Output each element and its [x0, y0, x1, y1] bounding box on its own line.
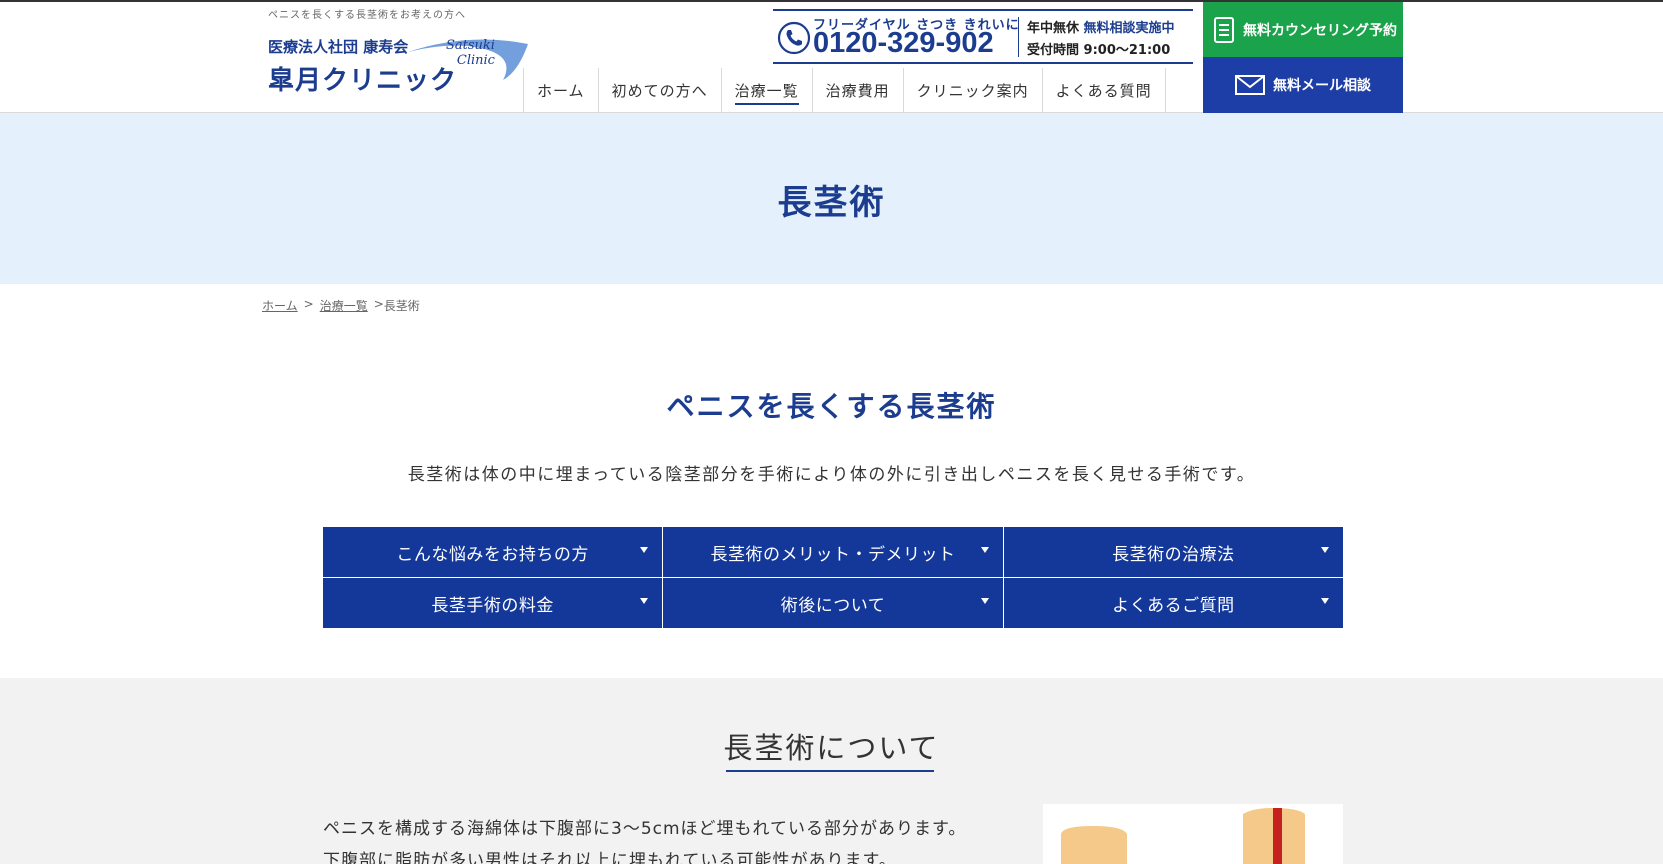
breadcrumb-separator: > — [303, 297, 314, 311]
about-body-text: ペニスを構成する海綿体は下腹部に3〜5cmほど埋もれている部分があります。 下腹… — [323, 813, 1003, 864]
page-title: 長茎術 — [777, 183, 886, 223]
logo-org-name: 医療法人社団 康寿会 — [268, 38, 409, 56]
caret-down-icon — [980, 598, 989, 604]
about-heading: 長茎術について — [723, 731, 940, 765]
site-header: ペニスを長くする長茎術をお考えの方へ 医療法人社団 康寿会 皐月クリニック Sa… — [0, 2, 1663, 113]
counseling-button-label: 無料カウンセリング予約 — [1243, 22, 1397, 39]
nav-item-faq[interactable]: よくある質問 — [1041, 68, 1166, 113]
mail-consult-button[interactable]: 無料メール相談 — [1203, 57, 1403, 113]
breadcrumb-separator: > — [373, 297, 384, 311]
intro-heading: ペニスを長くする長茎術 — [666, 390, 997, 423]
anchor-aftercare-button[interactable]: 術後について — [663, 578, 1003, 628]
mail-icon — [1235, 75, 1265, 95]
phone-divider — [1018, 17, 1019, 57]
breadcrumb: ホーム > 治療一覧 > 長茎術 — [262, 297, 420, 314]
document-icon — [1214, 16, 1234, 43]
logo-en-line1: Satsuki — [446, 38, 495, 53]
anchor-concerns-button[interactable]: こんな悩みをお持ちの方 — [323, 527, 663, 577]
anchor-label: 長茎術の治療法 — [1112, 544, 1235, 565]
logo-en-line2: Clinic — [456, 53, 495, 68]
caret-down-icon — [980, 547, 989, 553]
breadcrumb-current: 長茎術 — [383, 299, 420, 313]
caret-down-icon — [640, 598, 649, 604]
anchor-merits-button[interactable]: 長茎術のメリット・デメリット — [663, 527, 1003, 577]
page-anchor-menu: こんな悩みをお持ちの方 長茎術のメリット・デメリット 長茎術の治療法 長茎手術の… — [323, 527, 1343, 628]
intro-lead-text: 長茎術は体の中に埋まっている陰茎部分を手術により体の外に引き出しペニスを長く見せ… — [407, 465, 1256, 485]
nav-item-treatments[interactable]: 治療一覧 — [720, 68, 812, 113]
about-text-line: 下腹部に脂肪が多い男性はそれ以上に埋もれている可能性があります。 — [323, 851, 897, 864]
nav-item-clinic-info[interactable]: クリニック案内 — [902, 68, 1042, 113]
breadcrumb-treatments-link[interactable]: 治療一覧 — [320, 297, 368, 314]
anchor-label: 長茎術のメリット・デメリット — [710, 544, 956, 565]
anchor-label: よくあるご質問 — [1112, 595, 1235, 616]
free-consult-text: 無料相談実施中 — [1083, 21, 1175, 36]
anchor-label: こんな悩みをお持ちの方 — [396, 544, 589, 565]
mail-button-label: 無料メール相談 — [1273, 78, 1371, 94]
nav-item-fees[interactable]: 治療費用 — [811, 68, 903, 113]
counseling-reservation-button[interactable]: 無料カウンセリング予約 — [1203, 2, 1403, 57]
anatomy-illustration-graphic — [1061, 808, 1305, 864]
nav-item-home[interactable]: ホーム — [523, 68, 598, 113]
anchor-label: 術後について — [780, 595, 886, 616]
phone-hours-line2: 受付時間 9:00〜21:00 — [1027, 43, 1171, 58]
anchor-methods-button[interactable]: 長茎術の治療法 — [1003, 527, 1343, 577]
anchor-label: 長茎手術の料金 — [431, 595, 554, 616]
logo-english-name: Satsuki Clinic — [446, 38, 495, 68]
nav-item-first-visit[interactable]: 初めての方へ — [597, 68, 721, 113]
caret-down-icon — [640, 547, 649, 553]
open-all-year-text: 年中無休 — [1027, 21, 1080, 36]
clinic-logo[interactable]: 医療法人社団 康寿会 皐月クリニック Satsuki Clinic — [268, 32, 528, 96]
anchor-price-button[interactable]: 長茎手術の料金 — [323, 578, 663, 628]
heading-underline — [726, 770, 934, 772]
caret-down-icon — [1321, 547, 1329, 553]
page-hero: 長茎術 — [0, 113, 1663, 284]
anchor-faq-button[interactable]: よくあるご質問 — [1003, 578, 1343, 628]
header-tagline: ペニスを長くする長茎術をお考えの方へ — [268, 10, 466, 21]
logo-clinic-name: 皐月クリニック — [268, 66, 458, 96]
phone-hours-line1: 年中無休 無料相談実施中 — [1027, 17, 1175, 36]
phone-icon — [777, 21, 811, 55]
anatomy-illustration — [1043, 804, 1343, 864]
global-nav: ホーム 初めての方へ 治療一覧 治療費用 クリニック案内 よくある質問 — [523, 68, 1166, 113]
phone-contact-box[interactable]: フリーダイヤル さつき きれいに 0120-329-902 年中無休 無料相談実… — [773, 9, 1193, 64]
phone-number[interactable]: 0120-329-902 — [813, 27, 994, 60]
about-text-line: ペニスを構成する海綿体は下腹部に3〜5cmほど埋もれている部分があります。 — [323, 819, 967, 839]
caret-down-icon — [1321, 598, 1329, 604]
breadcrumb-home-link[interactable]: ホーム — [262, 297, 298, 314]
about-section: 長茎術について ペニスを構成する海綿体は下腹部に3〜5cmほど埋もれている部分が… — [0, 678, 1663, 864]
